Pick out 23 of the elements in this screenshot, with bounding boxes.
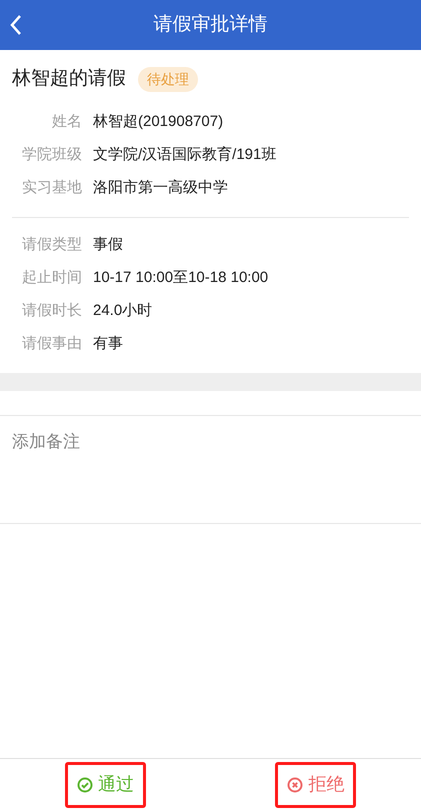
field-value: 事假 bbox=[93, 234, 123, 255]
check-circle-icon bbox=[76, 776, 93, 792]
field-label: 请假类型 bbox=[21, 234, 82, 255]
field-label: 起止时间 bbox=[21, 268, 82, 288]
field-value: 林智超(201908707) bbox=[93, 112, 224, 132]
reject-button[interactable]: 拒绝 bbox=[275, 762, 356, 808]
field-value: 10-17 10:00至10-18 10:00 bbox=[93, 268, 268, 288]
field-label: 请假时长 bbox=[21, 300, 82, 321]
field-value: 文学院/汉语国际教育/191班 bbox=[93, 144, 276, 165]
field-label: 请假事由 bbox=[21, 334, 82, 354]
remark-field[interactable]: 添加备注 bbox=[0, 416, 421, 524]
x-circle-icon bbox=[287, 776, 304, 792]
field-value: 洛阳市第一高级中学 bbox=[93, 178, 228, 198]
status-badge: 待处理 bbox=[138, 66, 198, 92]
request-title: 林智超的请假 bbox=[12, 67, 126, 91]
back-icon[interactable] bbox=[10, 14, 22, 36]
approve-button[interactable]: 通过 bbox=[64, 762, 146, 808]
field-label: 姓名 bbox=[51, 112, 82, 132]
field-value: 24.0小时 bbox=[93, 300, 152, 321]
field-label: 实习基地 bbox=[21, 178, 82, 198]
page-title: 请假审批详情 bbox=[154, 12, 268, 37]
field-label: 学院班级 bbox=[21, 144, 82, 165]
field-value: 有事 bbox=[93, 334, 123, 354]
